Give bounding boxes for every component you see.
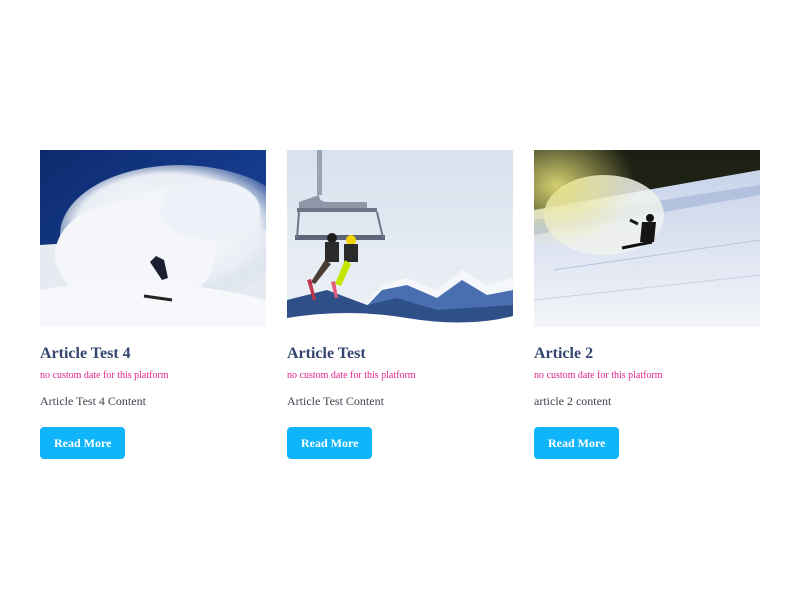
- article-card: Article Test no custom date for this pla…: [287, 150, 513, 459]
- article-image[interactable]: [40, 150, 266, 327]
- article-title[interactable]: Article 2: [534, 344, 760, 364]
- article-content: Article Test Content: [287, 394, 384, 408]
- article-date: no custom date for this platform: [40, 370, 169, 381]
- article-title[interactable]: Article Test: [287, 344, 513, 364]
- article-card-list: Article Test 4 no custom date for this p…: [40, 150, 760, 459]
- article-image[interactable]: [287, 150, 513, 327]
- read-more-button[interactable]: Read More: [287, 427, 373, 459]
- read-more-button[interactable]: Read More: [40, 427, 126, 459]
- article-card: Article Test 4 no custom date for this p…: [40, 150, 266, 459]
- article-card: Article 2 no custom date for this platfo…: [534, 150, 760, 459]
- article-date: no custom date for this platform: [534, 370, 663, 381]
- article-content: Article Test 4 Content: [40, 394, 146, 408]
- article-title[interactable]: Article Test 4: [40, 344, 266, 364]
- article-content: article 2 content: [534, 394, 612, 408]
- article-date: no custom date for this platform: [287, 370, 416, 381]
- article-image[interactable]: [534, 150, 760, 327]
- read-more-button[interactable]: Read More: [534, 427, 620, 459]
